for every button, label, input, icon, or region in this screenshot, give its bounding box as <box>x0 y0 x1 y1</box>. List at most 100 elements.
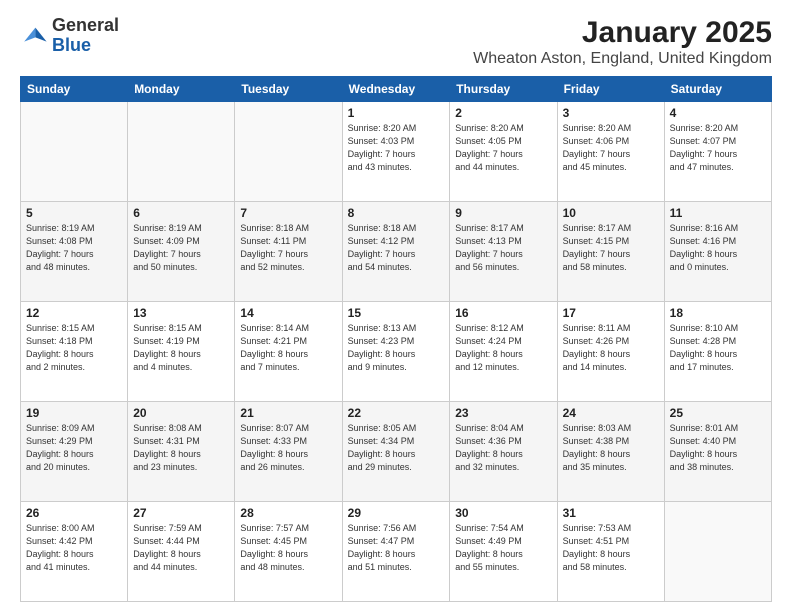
day-number: 2 <box>455 106 551 120</box>
day-number: 29 <box>348 506 445 520</box>
day-info: Sunrise: 8:12 AM Sunset: 4:24 PM Dayligh… <box>455 322 551 374</box>
day-info: Sunrise: 8:18 AM Sunset: 4:12 PM Dayligh… <box>348 222 445 274</box>
day-cell: 7Sunrise: 8:18 AM Sunset: 4:11 PM Daylig… <box>235 202 342 302</box>
day-info: Sunrise: 8:09 AM Sunset: 4:29 PM Dayligh… <box>26 422 122 474</box>
week-row-4: 19 Sunrise: 8:09 AM Sunset: 4:29 PM Dayli… <box>21 402 772 502</box>
day-info: Sunrise: 8:00 AM Sunset: 4:42 PM Dayligh… <box>26 522 122 574</box>
weekday-header-row: SundayMondayTuesdayWednesdayThursdayFrid… <box>21 77 772 102</box>
day-number: 12 <box>26 306 122 320</box>
day-number: 9 <box>455 206 551 220</box>
day-info: Sunrise: 8:15 AM Sunset: 4:18 PM Dayligh… <box>26 322 122 374</box>
day-number: 19 <box>26 406 122 420</box>
day-cell <box>664 502 771 602</box>
day-cell: 5 Sunrise: 8:19 AM Sunset: 4:08 PM Daylig… <box>21 202 128 302</box>
day-info: Sunrise: 8:20 AM Sunset: 4:03 PM Dayligh… <box>348 122 445 174</box>
logo-text: General Blue <box>52 16 119 56</box>
day-info: Sunrise: 8:03 AM Sunset: 4:38 PM Dayligh… <box>563 422 659 474</box>
day-cell: 11Sunrise: 8:16 AM Sunset: 4:16 PM Dayli… <box>664 202 771 302</box>
day-cell: 16 Sunrise: 8:12 AM Sunset: 4:24 PM Dayli… <box>450 302 557 402</box>
day-info: Sunrise: 7:57 AM Sunset: 4:45 PM Dayligh… <box>240 522 336 574</box>
weekday-header-sunday: Sunday <box>21 77 128 102</box>
weekday-header-tuesday: Tuesday <box>235 77 342 102</box>
day-info: Sunrise: 7:56 AM Sunset: 4:47 PM Dayligh… <box>348 522 445 574</box>
logo-blue: Blue <box>52 35 91 55</box>
day-cell <box>128 102 235 202</box>
day-info: Sunrise: 8:13 AM Sunset: 4:23 PM Dayligh… <box>348 322 445 374</box>
day-cell: 4 Sunrise: 8:20 AM Sunset: 4:07 PM Daylig… <box>664 102 771 202</box>
day-cell: 31 Sunrise: 7:53 AM Sunset: 4:51 PM Dayli… <box>557 502 664 602</box>
day-info: Sunrise: 8:18 AM Sunset: 4:11 PM Dayligh… <box>240 222 336 274</box>
day-info: Sunrise: 7:59 AM Sunset: 4:44 PM Dayligh… <box>133 522 229 574</box>
day-cell: 18 Sunrise: 8:10 AM Sunset: 4:28 PM Dayli… <box>664 302 771 402</box>
week-row-2: 5 Sunrise: 8:19 AM Sunset: 4:08 PM Daylig… <box>21 202 772 302</box>
day-cell: 9 Sunrise: 8:17 AM Sunset: 4:13 PM Daylig… <box>450 202 557 302</box>
day-info: Sunrise: 8:14 AM Sunset: 4:21 PM Dayligh… <box>240 322 336 374</box>
day-number: 8 <box>348 206 445 220</box>
calendar: SundayMondayTuesdayWednesdayThursdayFrid… <box>20 76 772 602</box>
day-info: Sunrise: 8:20 AM Sunset: 4:07 PM Dayligh… <box>670 122 766 174</box>
day-cell: 2 Sunrise: 8:20 AM Sunset: 4:05 PM Daylig… <box>450 102 557 202</box>
weekday-header-wednesday: Wednesday <box>342 77 450 102</box>
day-info: Sunrise: 8:17 AM Sunset: 4:13 PM Dayligh… <box>455 222 551 274</box>
day-number: 23 <box>455 406 551 420</box>
day-cell: 10 Sunrise: 8:17 AM Sunset: 4:15 PM Dayli… <box>557 202 664 302</box>
day-number: 30 <box>455 506 551 520</box>
day-info: Sunrise: 8:19 AM Sunset: 4:08 PM Dayligh… <box>26 222 122 274</box>
day-info: Sunrise: 8:20 AM Sunset: 4:06 PM Dayligh… <box>563 122 659 174</box>
day-number: 6 <box>133 206 229 220</box>
day-number: 25 <box>670 406 766 420</box>
day-info: Sunrise: 8:10 AM Sunset: 4:28 PM Dayligh… <box>670 322 766 374</box>
day-info: Sunrise: 8:15 AM Sunset: 4:19 PM Dayligh… <box>133 322 229 374</box>
day-info: Sunrise: 8:05 AM Sunset: 4:34 PM Dayligh… <box>348 422 445 474</box>
day-info: Sunrise: 8:01 AM Sunset: 4:40 PM Dayligh… <box>670 422 766 474</box>
day-number: 21 <box>240 406 336 420</box>
day-cell: 30 Sunrise: 7:54 AM Sunset: 4:49 PM Dayli… <box>450 502 557 602</box>
day-cell: 25 Sunrise: 8:01 AM Sunset: 4:40 PM Dayli… <box>664 402 771 502</box>
day-cell: 23 Sunrise: 8:04 AM Sunset: 4:36 PM Dayli… <box>450 402 557 502</box>
day-cell: 20Sunrise: 8:08 AM Sunset: 4:31 PM Dayli… <box>128 402 235 502</box>
day-number: 22 <box>348 406 445 420</box>
day-number: 10 <box>563 206 659 220</box>
week-row-3: 12 Sunrise: 8:15 AM Sunset: 4:18 PM Dayli… <box>21 302 772 402</box>
day-cell: 3 Sunrise: 8:20 AM Sunset: 4:06 PM Daylig… <box>557 102 664 202</box>
weekday-header-saturday: Saturday <box>664 77 771 102</box>
day-info: Sunrise: 8:08 AM Sunset: 4:31 PM Dayligh… <box>133 422 229 474</box>
day-number: 4 <box>670 106 766 120</box>
header: General Blue January 2025 Wheaton Aston,… <box>20 16 772 68</box>
day-number: 27 <box>133 506 229 520</box>
page: General Blue January 2025 Wheaton Aston,… <box>0 0 792 612</box>
logo-general: General <box>52 15 119 35</box>
day-number: 5 <box>26 206 122 220</box>
weekday-header-friday: Friday <box>557 77 664 102</box>
day-number: 28 <box>240 506 336 520</box>
day-info: Sunrise: 7:54 AM Sunset: 4:49 PM Dayligh… <box>455 522 551 574</box>
day-cell: 24 Sunrise: 8:03 AM Sunset: 4:38 PM Dayli… <box>557 402 664 502</box>
day-info: Sunrise: 8:17 AM Sunset: 4:15 PM Dayligh… <box>563 222 659 274</box>
day-number: 3 <box>563 106 659 120</box>
day-cell: 15 Sunrise: 8:13 AM Sunset: 4:23 PM Dayli… <box>342 302 450 402</box>
day-number: 15 <box>348 306 445 320</box>
day-number: 17 <box>563 306 659 320</box>
day-cell: 1 Sunrise: 8:20 AM Sunset: 4:03 PM Daylig… <box>342 102 450 202</box>
day-number: 26 <box>26 506 122 520</box>
day-cell: 22 Sunrise: 8:05 AM Sunset: 4:34 PM Dayli… <box>342 402 450 502</box>
logo-icon <box>20 22 48 50</box>
month-title: January 2025 <box>473 16 772 50</box>
day-number: 16 <box>455 306 551 320</box>
day-cell: 27 Sunrise: 7:59 AM Sunset: 4:44 PM Dayli… <box>128 502 235 602</box>
day-info: Sunrise: 7:53 AM Sunset: 4:51 PM Dayligh… <box>563 522 659 574</box>
day-number: 13 <box>133 306 229 320</box>
day-number: 31 <box>563 506 659 520</box>
day-cell <box>235 102 342 202</box>
day-info: Sunrise: 8:20 AM Sunset: 4:05 PM Dayligh… <box>455 122 551 174</box>
day-number: 24 <box>563 406 659 420</box>
day-number: 18 <box>670 306 766 320</box>
day-cell: 26 Sunrise: 8:00 AM Sunset: 4:42 PM Dayli… <box>21 502 128 602</box>
title-block: January 2025 Wheaton Aston, England, Uni… <box>473 16 772 68</box>
day-cell: 19 Sunrise: 8:09 AM Sunset: 4:29 PM Dayli… <box>21 402 128 502</box>
day-number: 11 <box>670 206 766 220</box>
day-info: Sunrise: 8:04 AM Sunset: 4:36 PM Dayligh… <box>455 422 551 474</box>
day-number: 1 <box>348 106 445 120</box>
day-cell: 21Sunrise: 8:07 AM Sunset: 4:33 PM Dayli… <box>235 402 342 502</box>
day-cell: 6Sunrise: 8:19 AM Sunset: 4:09 PM Daylig… <box>128 202 235 302</box>
